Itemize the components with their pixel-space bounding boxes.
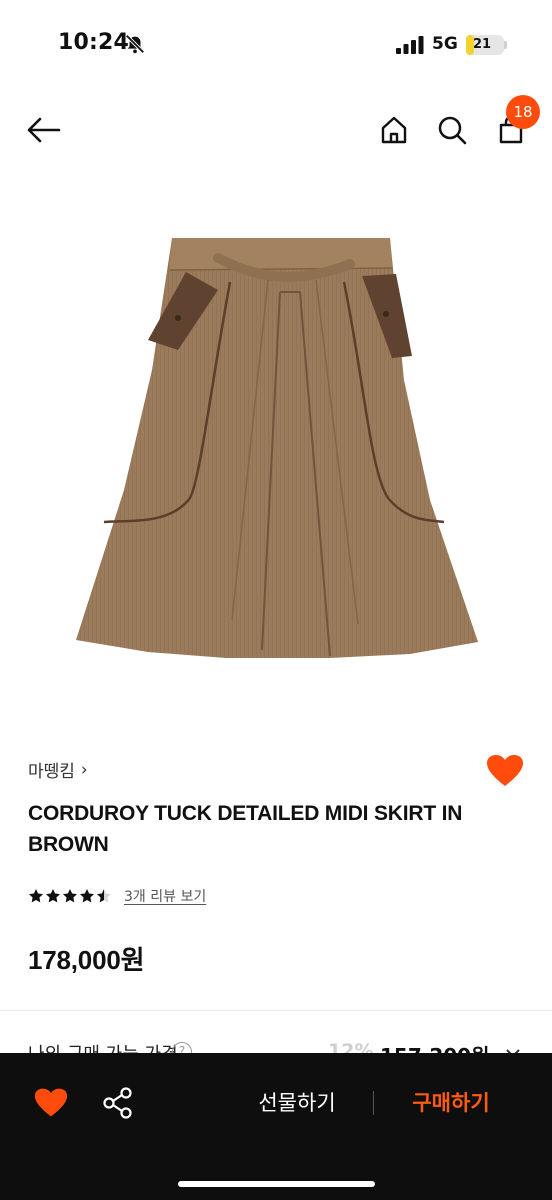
status-time: 10:24 bbox=[58, 30, 130, 55]
back-button[interactable] bbox=[26, 112, 62, 148]
brand-link[interactable]: 마뗑킴 › bbox=[28, 757, 88, 783]
app-header bbox=[0, 90, 552, 170]
star-icon bbox=[46, 889, 60, 903]
bottom-divider bbox=[373, 1091, 374, 1115]
cart-count-badge: 18 bbox=[506, 95, 540, 129]
star-icon bbox=[97, 889, 111, 903]
product-title: CORDUROY TUCK DETAILED MIDI SKIRT IN BRO… bbox=[28, 802, 463, 856]
signal-icon bbox=[396, 36, 424, 54]
buy-button[interactable]: 구매하기 bbox=[384, 1083, 518, 1123]
home-button[interactable] bbox=[376, 112, 412, 148]
search-button[interactable] bbox=[434, 112, 470, 148]
rating-row: 3개 리뷰 보기 bbox=[28, 886, 206, 906]
product-image[interactable] bbox=[0, 180, 552, 720]
star-icon bbox=[80, 889, 94, 903]
bottom-action-bar: 선물하기 구매하기 bbox=[0, 1053, 552, 1200]
review-link[interactable]: 3개 리뷰 보기 bbox=[124, 886, 206, 906]
search-icon bbox=[438, 116, 467, 145]
wishlist-heart-icon[interactable] bbox=[486, 754, 524, 788]
bell-off-icon bbox=[125, 34, 145, 54]
bottom-heart-icon[interactable] bbox=[34, 1087, 68, 1119]
back-arrow-icon bbox=[27, 117, 61, 143]
star-icon bbox=[63, 889, 77, 903]
star-rating bbox=[28, 888, 112, 904]
home-indicator bbox=[178, 1181, 375, 1187]
battery-level: 21 bbox=[472, 37, 492, 52]
chevron-right-icon: › bbox=[80, 759, 88, 780]
star-icon bbox=[29, 889, 43, 903]
network-type: 5G bbox=[432, 34, 458, 54]
gift-button[interactable]: 선물하기 bbox=[230, 1083, 364, 1123]
product-price: 178,000원 bbox=[28, 945, 145, 975]
battery-tip bbox=[504, 41, 507, 49]
brand-name: 마뗑킴 bbox=[28, 762, 75, 782]
divider bbox=[0, 1010, 552, 1011]
share-icon[interactable] bbox=[100, 1085, 136, 1121]
status-bar: 10:24 5G 21 bbox=[0, 0, 552, 90]
home-icon bbox=[381, 116, 407, 144]
battery-icon: 21 bbox=[466, 35, 504, 55]
